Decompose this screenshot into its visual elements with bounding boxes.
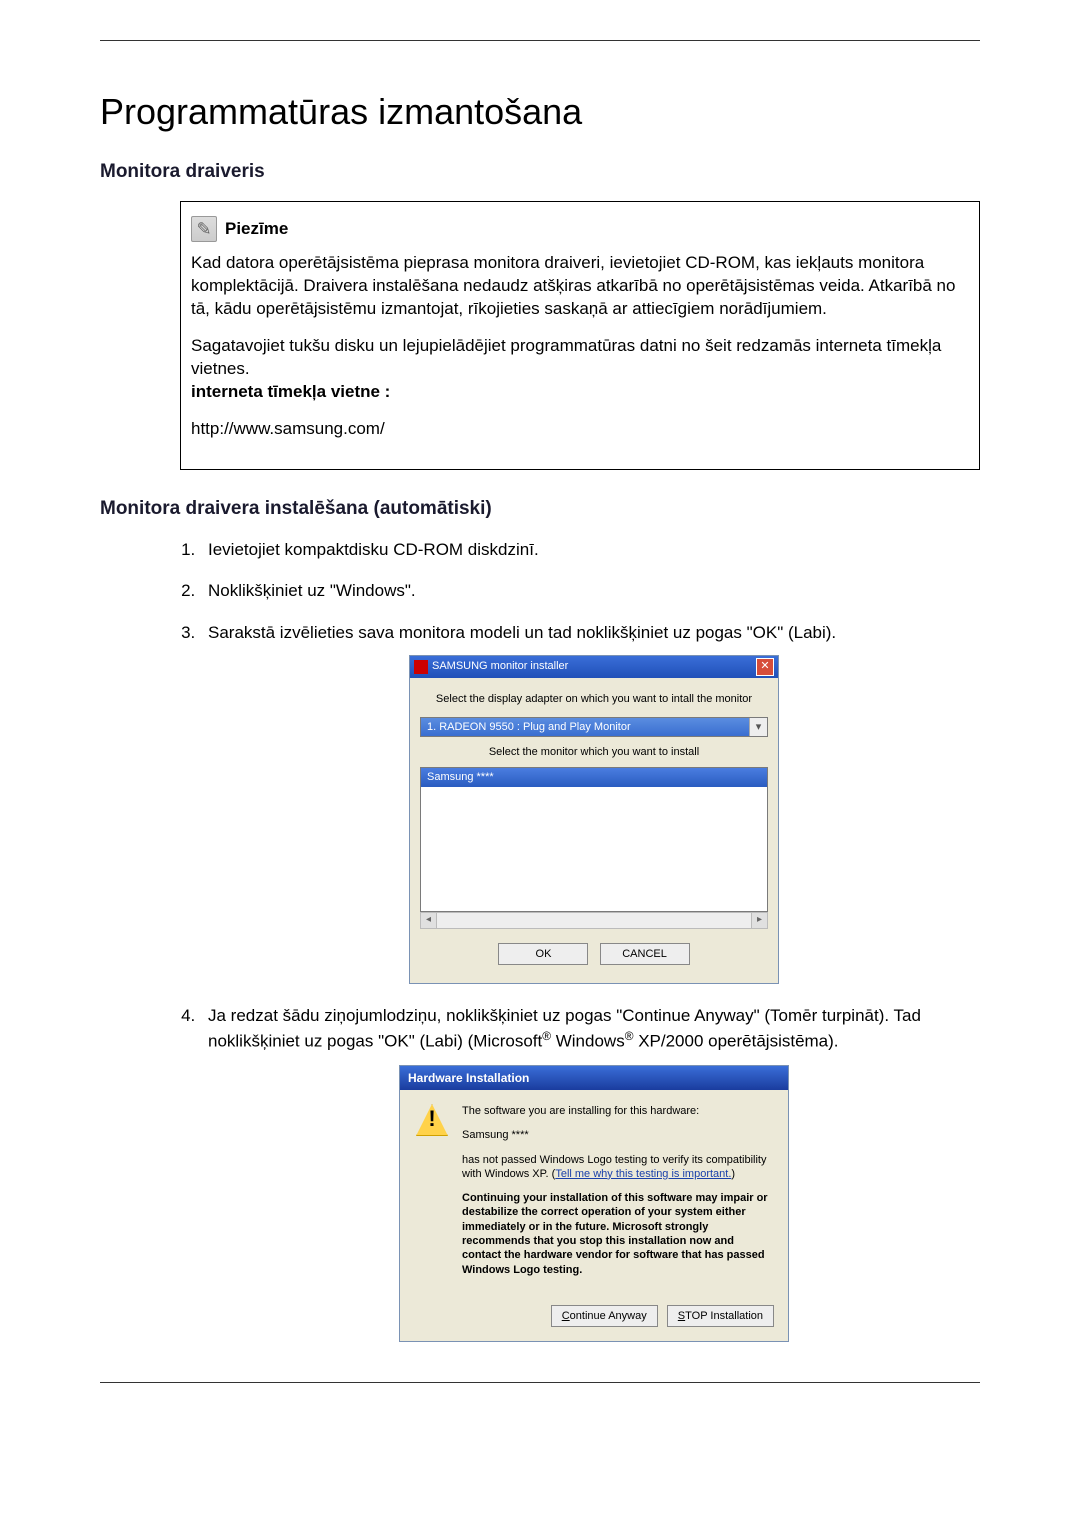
reg-mark-1: ®	[542, 1029, 551, 1043]
step-2: Noklikšķiniet uz "Windows".	[200, 579, 980, 603]
installer-app-icon	[414, 660, 428, 674]
note-icon: ✎	[191, 216, 217, 242]
scroll-right-icon[interactable]: ▸	[751, 912, 768, 929]
hw-line3: has not passed Windows Logo testing to v…	[462, 1153, 772, 1182]
stop-installation-button[interactable]: STOP Installation	[667, 1305, 774, 1327]
hw-line3b: )	[731, 1168, 735, 1180]
steps-list: Ievietojiet kompaktdisku CD-ROM diskdzin…	[200, 538, 980, 1342]
hw-titlebar[interactable]: Hardware Installation	[400, 1066, 788, 1090]
continue-u: C	[562, 1310, 570, 1322]
step-4-text-c: XP/2000 operētājsistēma).	[633, 1031, 838, 1050]
installer-dialog: SAMSUNG monitor installer ✕ Select the d…	[409, 655, 779, 984]
chevron-down-icon[interactable]: ▾	[749, 718, 767, 736]
note-para2-text: Sagatavojiet tukšu disku un lejupielādēj…	[191, 336, 941, 378]
cancel-button[interactable]: CANCEL	[600, 943, 690, 965]
top-rule	[100, 40, 980, 41]
installer-title: SAMSUNG monitor installer	[432, 659, 568, 674]
installer-titlebar[interactable]: SAMSUNG monitor installer ✕	[410, 656, 778, 678]
section-monitor-driver: Monitora draiveris	[100, 161, 980, 183]
installer-instruction-2: Select the monitor which you want to ins…	[420, 745, 768, 760]
continue-rest: ontinue Anyway	[570, 1310, 647, 1322]
step-3-text: Sarakstā izvēlieties sava monitora model…	[208, 623, 836, 642]
scroll-track[interactable]	[437, 912, 751, 929]
step-4-text-b: Windows	[551, 1031, 625, 1050]
note-url[interactable]: http://www.samsung.com/	[191, 418, 969, 441]
close-icon[interactable]: ✕	[756, 658, 774, 676]
hw-link[interactable]: Tell me why this testing is important.	[555, 1168, 731, 1180]
monitor-listbox[interactable]: Samsung ****	[420, 767, 768, 912]
note-box: ✎ Piezīme Kad datora operētājsistēma pie…	[180, 201, 980, 470]
step-3: Sarakstā izvēlieties sava monitora model…	[200, 621, 980, 984]
monitor-selected-item[interactable]: Samsung ****	[421, 768, 767, 787]
section-auto-install: Monitora draivera instalēšana (automātis…	[100, 498, 980, 520]
hw-line1: The software you are installing for this…	[462, 1104, 772, 1118]
hw-title: Hardware Installation	[408, 1070, 529, 1087]
page-title: Programmatūras izmantošana	[100, 91, 980, 133]
step-1: Ievietojiet kompaktdisku CD-ROM diskdzin…	[200, 538, 980, 562]
hw-line2: Samsung ****	[462, 1128, 772, 1142]
adapter-selected: 1. RADEON 9550 : Plug and Play Monitor	[421, 720, 749, 735]
bottom-rule	[100, 1382, 980, 1383]
step-4: Ja redzat šādu ziņojumlodziņu, noklikšķi…	[200, 1004, 980, 1342]
continue-anyway-button[interactable]: Continue Anyway	[551, 1305, 658, 1327]
note-paragraph-2: Sagatavojiet tukšu disku un lejupielādēj…	[191, 335, 969, 404]
horizontal-scrollbar[interactable]: ◂ ▸	[420, 912, 768, 929]
scroll-left-icon[interactable]: ◂	[420, 912, 437, 929]
ok-button[interactable]: OK	[498, 943, 588, 965]
note-paragraph-1: Kad datora operētājsistēma pieprasa moni…	[191, 252, 969, 321]
hw-bold-warning: Continuing your installation of this sof…	[462, 1191, 772, 1277]
hardware-installation-dialog: Hardware Installation ! The software you…	[399, 1065, 789, 1342]
installer-instruction-1: Select the display adapter on which you …	[420, 692, 768, 707]
note-title: Piezīme	[225, 218, 288, 241]
warning-icon: !	[416, 1104, 448, 1136]
stop-rest: TOP Installation	[685, 1310, 763, 1322]
note-url-label: interneta tīmekļa vietne :	[191, 382, 390, 401]
adapter-dropdown[interactable]: 1. RADEON 9550 : Plug and Play Monitor ▾	[420, 717, 768, 737]
